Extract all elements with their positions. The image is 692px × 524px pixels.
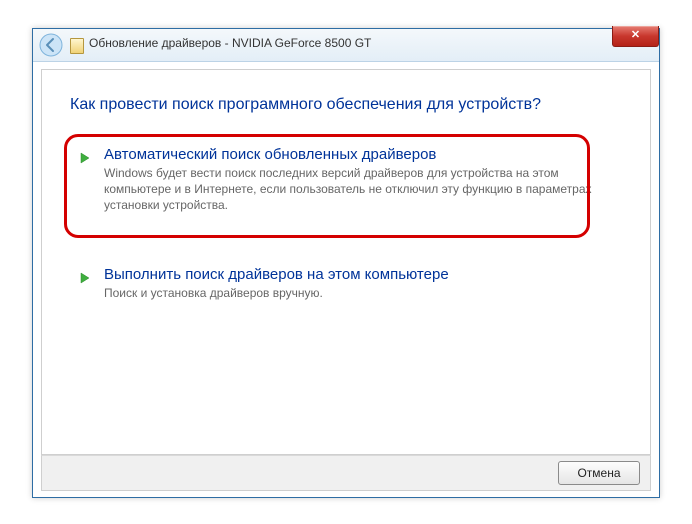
option-title: Выполнить поиск драйверов на этом компью…: [104, 266, 614, 283]
back-button[interactable]: [39, 33, 63, 57]
dialog-footer: Отмена: [41, 455, 651, 491]
dialog-window: Обновление драйверов - NVIDIA GeForce 85…: [32, 28, 660, 498]
arrow-right-icon: [78, 150, 94, 166]
option-manual-search[interactable]: Выполнить поиск драйверов на этом компью…: [78, 266, 614, 301]
option-auto-search[interactable]: Автоматический поиск обновленных драйвер…: [78, 146, 614, 214]
window-title: Обновление драйверов - NVIDIA GeForce 85…: [89, 36, 371, 50]
title-bar: Обновление драйверов - NVIDIA GeForce 85…: [33, 29, 659, 62]
option-title: Автоматический поиск обновленных драйвер…: [104, 146, 614, 163]
arrow-right-icon: [78, 270, 94, 286]
cancel-button[interactable]: Отмена: [558, 461, 640, 485]
device-icon: [70, 38, 84, 54]
option-desc: Поиск и установка драйверов вручную.: [104, 285, 614, 301]
close-icon: ✕: [631, 29, 640, 41]
page-heading: Как провести поиск программного обеспече…: [70, 96, 541, 114]
option-desc: Windows будет вести поиск последних верс…: [104, 165, 614, 214]
close-button[interactable]: ✕: [612, 26, 659, 47]
dialog-body: Как провести поиск программного обеспече…: [41, 69, 651, 455]
